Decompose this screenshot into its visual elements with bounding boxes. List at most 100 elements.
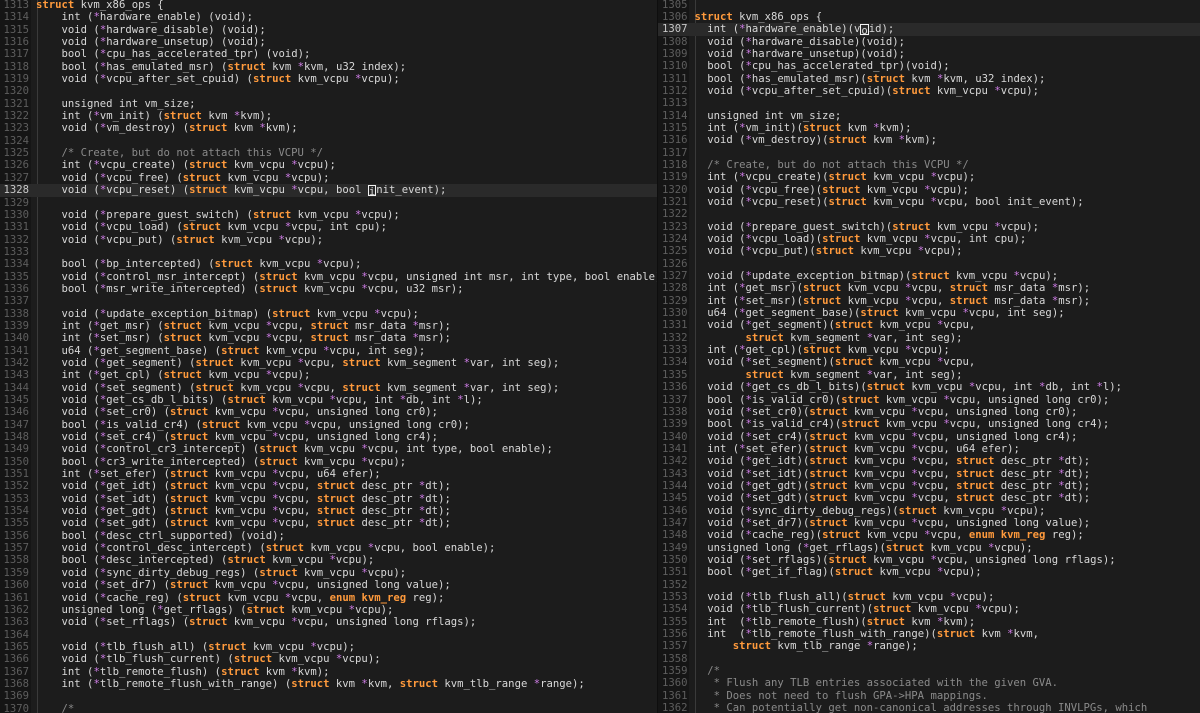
code-line[interactable]: 1315 void (*hardware_disable) (void); (0, 24, 657, 36)
code-line[interactable]: 1361 * Does not need to flush GPA->HPA m… (658, 690, 1200, 702)
code-line[interactable]: 1336 void (*get_cs_db_l_bits)(struct kvm… (658, 381, 1200, 393)
code-line[interactable]: 1333 int (*get_cpl)(struct kvm_vcpu *vcp… (658, 344, 1200, 356)
code-line[interactable]: 1334 void (*set_segment)(struct kvm_vcpu… (658, 356, 1200, 368)
code-line[interactable]: 1360 * Flush any TLB entries associated … (658, 677, 1200, 689)
code-line[interactable]: 1327 void (*update_exception_bitmap)(str… (658, 270, 1200, 282)
code-line[interactable]: 1356 int (*tlb_remote_flush_with_range)(… (658, 628, 1200, 640)
code-line[interactable]: 1312 void (*vcpu_after_set_cpuid)(struct… (658, 85, 1200, 97)
code-line[interactable]: 1353 void (*set_idt) (struct kvm_vcpu *v… (0, 493, 657, 505)
code-line[interactable]: 1360 void (*set_dr7) (struct kvm_vcpu *v… (0, 579, 657, 591)
right-editor-pane[interactable]: 1305 1306 struct kvm_x86_ops {1307 int (*h… (657, 0, 1200, 713)
code-line[interactable]: 1344 void (*get_gdt)(struct kvm_vcpu *vc… (658, 480, 1200, 492)
code-line[interactable]: 1321 unsigned int vm_size; (0, 98, 657, 110)
code-line[interactable]: 1368 int (*tlb_remote_flush_with_range) … (0, 678, 657, 690)
code-line[interactable]: 1317 (658, 147, 1200, 159)
code-line[interactable]: 1329 (0, 197, 657, 209)
code-line[interactable]: 1330 u64 (*get_segment_base)(struct kvm_… (658, 307, 1200, 319)
code-line[interactable]: 1352 void (*get_idt) (struct kvm_vcpu *v… (0, 480, 657, 492)
code-line[interactable]: 1311 bool (*has_emulated_msr)(struct kvm… (658, 73, 1200, 85)
code-line[interactable]: 1331 void (*vcpu_load) (struct kvm_vcpu … (0, 221, 657, 233)
left-editor-pane[interactable]: 1313 struct kvm_x86_ops {1314 int (*hardw… (0, 0, 658, 713)
code-line[interactable]: 1359 void (*sync_dirty_debug_regs) (stru… (0, 567, 657, 579)
code-line[interactable]: 1354 void (*get_gdt) (struct kvm_vcpu *v… (0, 505, 657, 517)
code-line[interactable]: 1306 struct kvm_x86_ops { (658, 11, 1200, 23)
code-line[interactable]: 1335 void (*control_msr_intercept) (stru… (0, 271, 657, 283)
code-line[interactable]: 1315 int (*vm_init)(struct kvm *kvm); (658, 122, 1200, 134)
code-line[interactable]: 1352 (658, 579, 1200, 591)
code-line[interactable]: 1363 void (*set_rflags) (struct kvm_vcpu… (0, 616, 657, 628)
code-line[interactable]: 1313 (658, 97, 1200, 109)
code-line[interactable]: 1358 bool (*desc_intercepted) (struct kv… (0, 554, 657, 566)
code-line[interactable]: 1328 int (*get_msr)(struct kvm_vcpu *vcp… (658, 282, 1200, 294)
code-line[interactable]: 1339 bool (*is_valid_cr4)(struct kvm_vcp… (658, 418, 1200, 430)
code-line[interactable]: 1345 void (*get_cs_db_l_bits) (struct kv… (0, 394, 657, 406)
code-line[interactable]: 1347 bool (*is_valid_cr4) (struct kvm_vc… (0, 419, 657, 431)
code-line[interactable]: 1349 void (*control_cr3_intercept) (stru… (0, 443, 657, 455)
code-line[interactable]: 1362 * Can potentially get non-canonical… (658, 702, 1200, 713)
code-line[interactable]: 1314 unsigned int vm_size; (658, 110, 1200, 122)
code-line[interactable]: 1327 void (*vcpu_free) (struct kvm_vcpu … (0, 172, 657, 184)
code-line[interactable]: 1344 void (*set_segment) (struct kvm_vcp… (0, 382, 657, 394)
code-line[interactable]: 1359 /* (658, 665, 1200, 677)
code-line[interactable]: 1365 void (*tlb_flush_all) (struct kvm_v… (0, 641, 657, 653)
code-line[interactable]: 1331 void (*get_segment)(struct kvm_vcpu… (658, 319, 1200, 331)
code-line[interactable]: 1332 void (*vcpu_put) (struct kvm_vcpu *… (0, 234, 657, 246)
code-line[interactable]: 1324 void (*vcpu_load)(struct kvm_vcpu *… (658, 233, 1200, 245)
code-line[interactable]: 1346 void (*set_cr0) (struct kvm_vcpu *v… (0, 406, 657, 418)
code-line[interactable]: 1355 int (*tlb_remote_flush)(struct kvm … (658, 616, 1200, 628)
code-line[interactable]: 1353 void (*tlb_flush_all)(struct kvm_vc… (658, 591, 1200, 603)
code-line[interactable]: 1326 int (*vcpu_create) (struct kvm_vcpu… (0, 159, 657, 171)
code-line[interactable]: 1310 bool (*cpu_has_accelerated_tpr)(voi… (658, 60, 1200, 72)
code-line[interactable]: 1350 bool (*cr3_write_intercepted) (stru… (0, 456, 657, 468)
code-line[interactable]: 1346 void (*sync_dirty_debug_regs)(struc… (658, 505, 1200, 517)
code-line[interactable]: 1320 (0, 85, 657, 97)
code-line[interactable]: 1338 void (*set_cr0)(struct kvm_vcpu *vc… (658, 406, 1200, 418)
code-line[interactable]: 1348 void (*set_cr4) (struct kvm_vcpu *v… (0, 431, 657, 443)
code-line[interactable]: 1316 void (*vm_destroy)(struct kvm *kvm)… (658, 134, 1200, 146)
code-line[interactable]: 1367 int (*tlb_remote_flush) (struct kvm… (0, 666, 657, 678)
code-line[interactable]: 1355 void (*set_gdt) (struct kvm_vcpu *v… (0, 517, 657, 529)
code-line[interactable]: 1335 struct kvm_segment *var, int seg); (658, 369, 1200, 381)
code-line[interactable]: 1328 void (*vcpu_reset) (struct kvm_vcpu… (0, 184, 658, 198)
code-line[interactable]: 1370 /* (0, 703, 657, 713)
code-line[interactable]: 1339 int (*get_msr) (struct kvm_vcpu *vc… (0, 320, 657, 332)
code-line[interactable]: 1334 bool (*bp_intercepted) (struct kvm_… (0, 258, 657, 270)
code-line[interactable]: 1357 struct kvm_tlb_range *range); (658, 640, 1200, 652)
code-line[interactable]: 1308 void (*hardware_disable)(void); (658, 36, 1200, 48)
code-line[interactable]: 1354 void (*tlb_flush_current)(struct kv… (658, 603, 1200, 615)
code-line[interactable]: 1362 unsigned long (*get_rflags) (struct… (0, 604, 657, 616)
code-line[interactable]: 1320 void (*vcpu_free)(struct kvm_vcpu *… (658, 184, 1200, 196)
code-line[interactable]: 1333 (0, 246, 657, 258)
code-line[interactable]: 1324 (0, 135, 657, 147)
code-line[interactable]: 1305 (658, 0, 1200, 11)
code-line[interactable]: 1349 unsigned long (*get_rflags)(struct … (658, 542, 1200, 554)
code-line[interactable]: 1323 void (*vm_destroy) (struct kvm *kvm… (0, 122, 657, 134)
code-line[interactable]: 1318 bool (*has_emulated_msr) (struct kv… (0, 61, 657, 73)
code-line[interactable]: 1357 void (*control_desc_intercept) (str… (0, 542, 657, 554)
code-line[interactable]: 1337 bool (*is_valid_cr0)(struct kvm_vcp… (658, 394, 1200, 406)
code-line[interactable]: 1348 void (*cache_reg)(struct kvm_vcpu *… (658, 529, 1200, 541)
code-line[interactable]: 1330 void (*prepare_guest_switch) (struc… (0, 209, 657, 221)
code-line[interactable]: 1342 void (*get_idt)(struct kvm_vcpu *vc… (658, 455, 1200, 467)
code-line[interactable]: 1326 (658, 258, 1200, 270)
code-line[interactable]: 1369 (0, 690, 657, 702)
code-line[interactable]: 1343 int (*get_cpl) (struct kvm_vcpu *vc… (0, 369, 657, 381)
code-line[interactable]: 1336 bool (*msr_write_intercepted) (stru… (0, 283, 657, 295)
code-line[interactable]: 1342 void (*get_segment) (struct kvm_vcp… (0, 357, 657, 369)
code-line[interactable]: 1317 bool (*cpu_has_accelerated_tpr) (vo… (0, 48, 657, 60)
code-line[interactable]: 1351 bool (*get_if_flag)(struct kvm_vcpu… (658, 566, 1200, 578)
code-line[interactable]: 1318 /* Create, but do not attach this V… (658, 159, 1200, 171)
code-line[interactable]: 1313 struct kvm_x86_ops { (0, 0, 657, 11)
code-line[interactable]: 1332 struct kvm_segment *var, int seg); (658, 332, 1200, 344)
code-line[interactable]: 1325 /* Create, but do not attach this V… (0, 147, 657, 159)
code-line[interactable]: 1322 (658, 208, 1200, 220)
code-line[interactable]: 1340 void (*set_cr4)(struct kvm_vcpu *vc… (658, 431, 1200, 443)
code-line[interactable]: 1356 bool (*desc_ctrl_supported) (void); (0, 530, 657, 542)
code-line[interactable]: 1338 void (*update_exception_bitmap) (st… (0, 308, 657, 320)
code-line[interactable]: 1343 void (*set_idt)(struct kvm_vcpu *vc… (658, 468, 1200, 480)
code-line[interactable]: 1309 void (*hardware_unsetup)(void); (658, 48, 1200, 60)
code-line[interactable]: 1366 void (*tlb_flush_current) (struct k… (0, 653, 657, 665)
code-line[interactable]: 1351 int (*set_efer) (struct kvm_vcpu *v… (0, 468, 657, 480)
code-line[interactable]: 1319 int (*vcpu_create)(struct kvm_vcpu … (658, 171, 1200, 183)
code-line[interactable]: 1345 void (*set_gdt)(struct kvm_vcpu *vc… (658, 492, 1200, 504)
